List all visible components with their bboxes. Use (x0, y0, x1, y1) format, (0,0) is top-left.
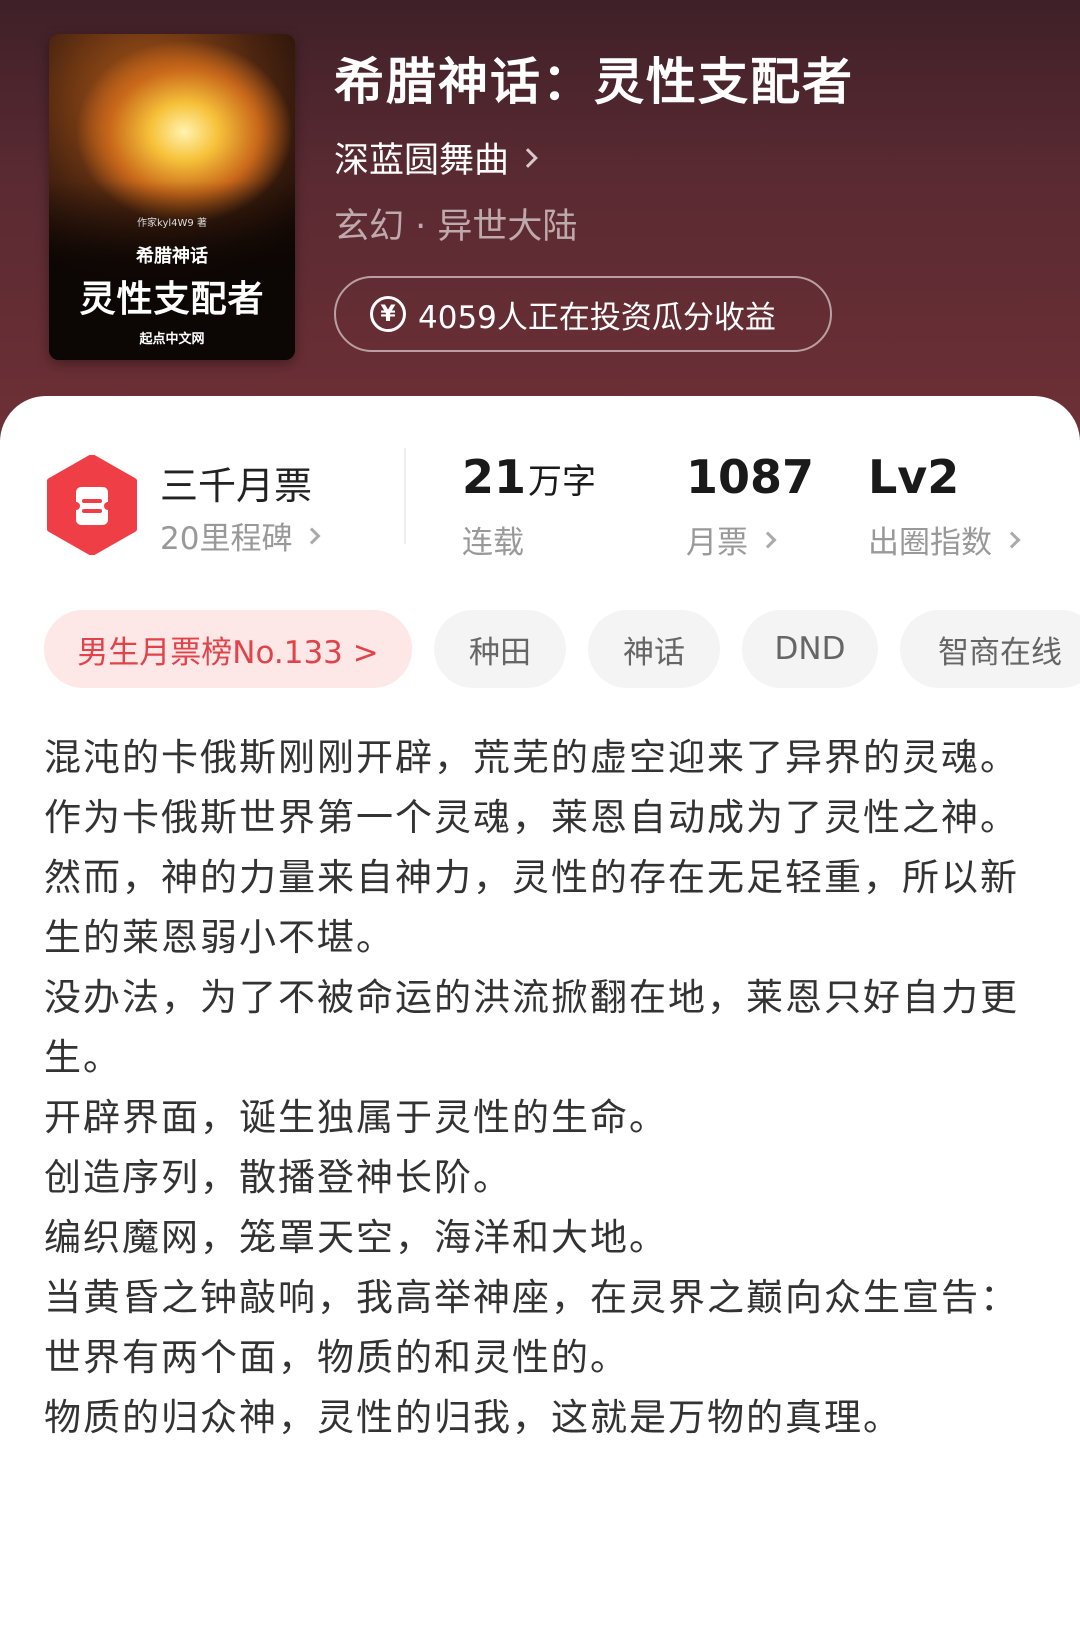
tag-myth[interactable]: 神话 (588, 610, 720, 688)
chevron-right-icon (1003, 531, 1021, 548)
tag-dnd[interactable]: DND (742, 610, 878, 688)
monthly-link[interactable]: 月票 (686, 517, 777, 562)
description-line: 当黄昏之钟敲响，我高举神座，在灵界之巅向众生宣告： (44, 1276, 1019, 1319)
book-cover[interactable]: 作家kyl4W9 著 希腊神话 灵性支配者 起点中文网 (49, 34, 295, 360)
cover-subtitle: 希腊神话 (136, 246, 208, 267)
description-line: 世界有两个面，物质的和灵性的。 (44, 1336, 629, 1379)
chevron-right-icon (518, 147, 538, 168)
author-link[interactable]: 深蓝圆舞曲 (334, 132, 538, 183)
level-value: Lv2 (868, 450, 960, 504)
monthly-count: 1087 (686, 450, 815, 504)
ticket-title: 三千月票 (160, 464, 313, 508)
description-line: 开辟界面，诞生独属于灵性的生命。 (44, 1096, 668, 1139)
influence-label: 出圈指数 (868, 525, 992, 561)
tag-farming[interactable]: 种田 (434, 610, 566, 688)
book-title: 希腊神话：灵性支配者 (334, 53, 854, 111)
description-line: 作为卡俄斯世界第一个灵魂，莱恩自动成为了灵性之神。 (44, 796, 1019, 839)
invest-label: 4059人正在投资瓜分收益 (418, 299, 776, 336)
author-name: 深蓝圆舞曲 (334, 141, 510, 181)
book-genre: 玄幻 · 异世大陆 (334, 207, 578, 247)
description-line: 没办法，为了不被命运的洪流掀翻在地，莱恩只好自力更生。 (44, 976, 1019, 1079)
tag-list: 男生月票榜No.133 > 种田 神话 DND 智商在线 (44, 610, 1080, 688)
book-header: 作家kyl4W9 著 希腊神话 灵性支配者 起点中文网 希腊神话：灵性支配者 深… (0, 0, 1080, 440)
invest-button[interactable]: ¥ 4059人正在投资瓜分收益 (334, 276, 832, 352)
tag-smart[interactable]: 智商在线 (900, 610, 1080, 688)
yen-coin-icon: ¥ (370, 296, 406, 332)
word-count-unit: 万字 (528, 462, 597, 502)
cover-publisher: 起点中文网 (139, 332, 205, 347)
monthly-label: 月票 (686, 525, 748, 561)
serial-status: 连载 (462, 525, 524, 561)
chevron-right-icon (759, 531, 777, 548)
word-count: 21 万字 (462, 450, 596, 504)
stats-divider (404, 448, 406, 544)
monthly-ticket-icon[interactable] (46, 455, 138, 555)
chevron-right-icon (303, 527, 321, 544)
description-line: 然而，神的力量来自神力，灵性的存在无足轻重，所以新生的莱恩弱小不堪。 (44, 856, 1019, 959)
cover-author: 作家kyl4W9 著 (137, 218, 207, 229)
description-line: 编织魔网，笼罩天空，海洋和大地。 (44, 1216, 668, 1259)
description-line: 物质的归众神，灵性的归我，这就是万物的真理。 (44, 1396, 902, 1439)
book-description: 混沌的卡俄斯刚刚开辟，荒芜的虚空迎来了异界的灵魂。 作为卡俄斯世界第一个灵魂，莱… (44, 728, 1044, 1448)
cover-title: 灵性支配者 (79, 279, 265, 320)
rank-tag[interactable]: 男生月票榜No.133 > (44, 610, 412, 688)
milestone-link[interactable]: 20里程碑 (160, 513, 321, 558)
description-line: 创造序列，散播登神长阶。 (44, 1156, 512, 1199)
description-line: 混沌的卡俄斯刚刚开辟，荒芜的虚空迎来了异界的灵魂。 (44, 736, 1019, 779)
influence-link[interactable]: 出圈指数 (868, 517, 1021, 562)
milestone-label: 20里程碑 (160, 521, 293, 557)
word-count-number: 21 (462, 450, 527, 504)
